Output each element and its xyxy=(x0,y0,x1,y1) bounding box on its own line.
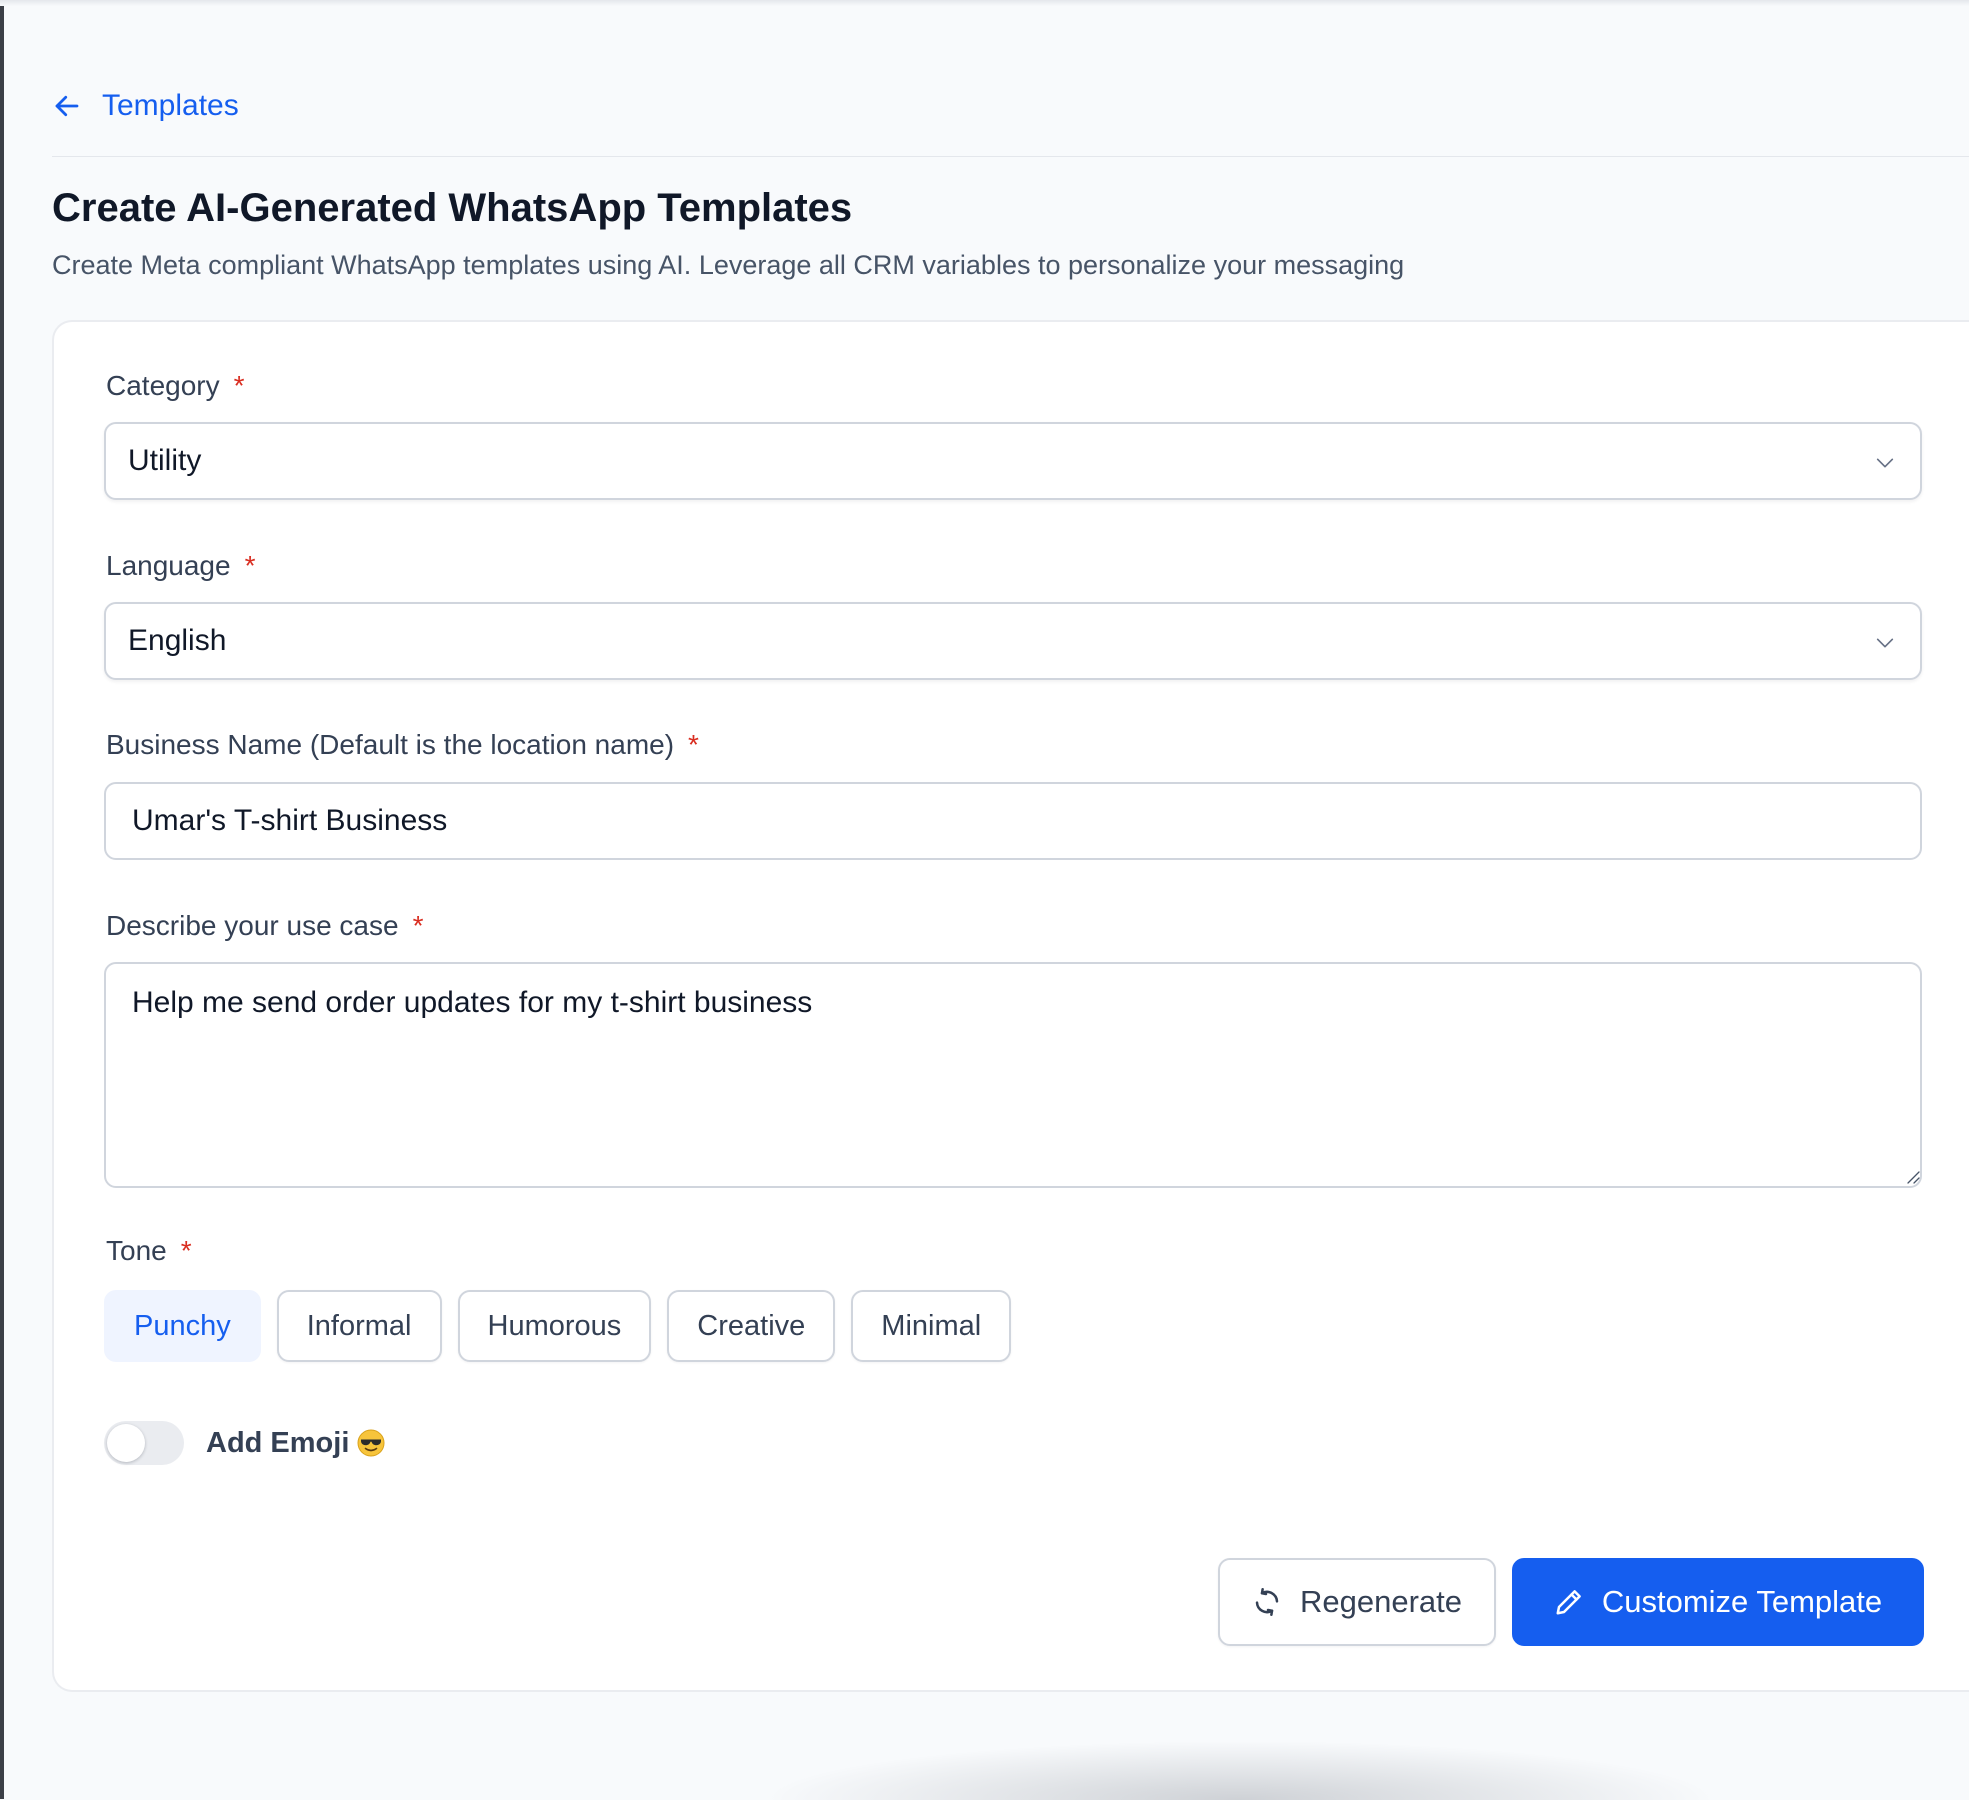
tone-label-text: Tone xyxy=(106,1235,167,1266)
template-form-card: Category * Utility Language * English Busi… xyxy=(52,320,1969,1692)
category-label-text: Category xyxy=(106,370,220,401)
chevron-down-icon xyxy=(1876,458,1894,468)
tone-option-humorous[interactable]: Humorous xyxy=(457,1290,652,1362)
use-case-textarea[interactable]: Help me send order updates for my t-shir… xyxy=(104,962,1922,1188)
tone-options: Punchy Informal Humorous Creative Minima… xyxy=(104,1290,1012,1362)
header-divider xyxy=(52,156,1969,157)
add-emoji-row: Add Emoji xyxy=(104,1420,385,1466)
language-label: Language * xyxy=(106,550,255,582)
regenerate-button-label: Regenerate xyxy=(1299,1584,1462,1619)
required-marker: * xyxy=(688,729,699,760)
business-name-label: Business Name (Default is the location n… xyxy=(106,729,699,761)
add-emoji-label: Add Emoji xyxy=(206,1427,385,1460)
window-left-edge xyxy=(0,0,4,1799)
sunglasses-emoji-icon xyxy=(357,1429,385,1457)
tone-option-informal[interactable]: Informal xyxy=(276,1290,442,1362)
category-select[interactable]: Utility xyxy=(104,422,1922,500)
language-label-text: Language xyxy=(106,550,231,581)
required-marker: * xyxy=(233,370,245,401)
category-select-value: Utility xyxy=(128,444,202,477)
use-case-label-text: Describe your use case xyxy=(106,910,399,941)
page-container: Templates Create AI-Generated WhatsApp T… xyxy=(52,0,1969,1799)
back-link-label: Templates xyxy=(102,89,239,122)
business-name-label-text: Business Name (Default is the location n… xyxy=(106,729,675,760)
page-subtitle: Create Meta compliant WhatsApp templates… xyxy=(52,250,1405,280)
bottom-shadow xyxy=(760,1740,1720,1800)
add-emoji-toggle[interactable] xyxy=(104,1421,184,1465)
regenerate-button[interactable]: Regenerate xyxy=(1218,1558,1496,1646)
back-to-templates-link[interactable]: Templates xyxy=(52,82,239,130)
required-marker: * xyxy=(180,1235,192,1266)
toggle-knob xyxy=(107,1424,145,1462)
category-label: Category * xyxy=(106,370,245,402)
language-select[interactable]: English xyxy=(104,602,1922,680)
customize-template-button[interactable]: Customize Template xyxy=(1512,1558,1924,1646)
required-marker: * xyxy=(244,550,256,581)
add-emoji-label-text: Add Emoji xyxy=(206,1426,350,1459)
required-marker: * xyxy=(412,910,424,941)
refresh-icon xyxy=(1255,1587,1279,1617)
tone-label: Tone * xyxy=(106,1235,192,1267)
language-select-value: English xyxy=(128,624,227,657)
arrow-left-icon xyxy=(55,95,79,117)
resize-handle-icon[interactable] xyxy=(1906,1170,1920,1184)
tone-option-creative[interactable]: Creative xyxy=(667,1290,836,1362)
use-case-label: Describe your use case * xyxy=(106,910,423,942)
tone-option-minimal[interactable]: Minimal xyxy=(851,1290,1012,1362)
tone-option-punchy[interactable]: Punchy xyxy=(104,1290,261,1362)
page-title: Create AI-Generated WhatsApp Templates xyxy=(52,186,853,230)
business-name-input[interactable] xyxy=(104,782,1922,860)
chevron-down-icon xyxy=(1876,638,1894,648)
customize-template-button-label: Customize Template xyxy=(1601,1584,1883,1619)
pencil-icon xyxy=(1556,1590,1581,1615)
